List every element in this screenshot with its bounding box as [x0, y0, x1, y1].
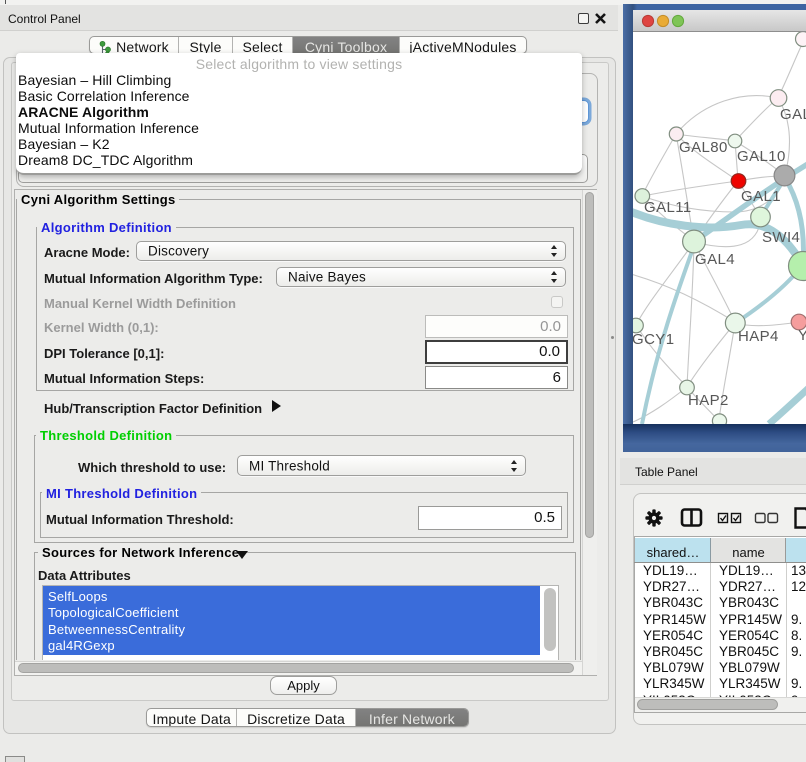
svg-text:SWI4: SWI4 — [762, 229, 800, 246]
svg-text:HAP2: HAP2 — [688, 392, 729, 409]
svg-text:HAP4: HAP4 — [738, 328, 779, 345]
svg-text:GAL80: GAL80 — [679, 139, 728, 156]
svg-text:YJ: YJ — [798, 327, 806, 344]
svg-text:GAL11: GAL11 — [644, 199, 692, 216]
svg-text:GAL10: GAL10 — [737, 148, 786, 165]
svg-text:GCY1: GCY1 — [633, 331, 674, 348]
svg-text:GAL1: GAL1 — [741, 188, 781, 205]
svg-text:GAL2: GAL2 — [780, 106, 806, 123]
svg-text:GAL4: GAL4 — [695, 251, 735, 268]
